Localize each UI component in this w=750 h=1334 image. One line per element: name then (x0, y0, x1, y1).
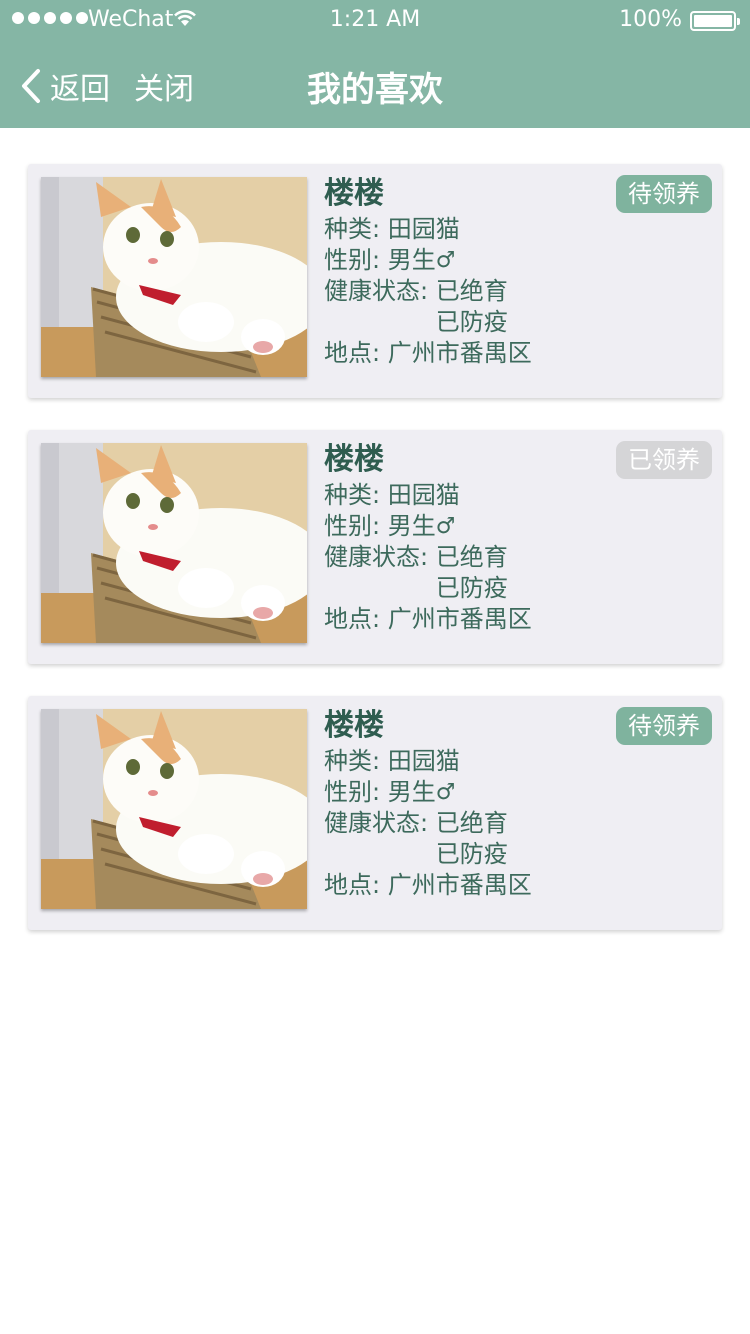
breed-value: 田园猫 (387, 481, 460, 509)
pet-info: 楼楼 种类: 田园猫 性别: 男生 ♂ 健康状态: 已绝育已防疫 地点: 广州市番… (324, 176, 532, 369)
page-title: 我的喜欢 (307, 70, 443, 110)
health-value: 已防疫 (435, 574, 508, 602)
location-label: 地点: (324, 605, 381, 633)
health-value: 已绝育 (435, 809, 508, 837)
pet-name: 楼楼 (324, 176, 384, 211)
sex-value: 男生 (387, 246, 436, 274)
breed-value: 田园猫 (387, 215, 460, 243)
cat-photo (41, 443, 307, 643)
pet-info: 楼楼 种类: 田园猫 性别: 男生 ♂ 健康状态: 已绝育已防疫 地点: 广州市番… (324, 708, 532, 901)
breed-label: 种类: (324, 215, 381, 243)
favorites-list: 楼楼 种类: 田园猫 性别: 男生 ♂ 健康状态: 已绝育 已防疫 地点: 广州市番… (28, 164, 722, 962)
location-label: 地点: (324, 871, 381, 899)
battery-icon (690, 11, 740, 31)
pet-card[interactable]: 楼楼 种类: 田园猫 性别: 男生 ♂ 健康状态: 已绝育已防疫 地点: 广州市番… (28, 696, 722, 930)
location-value: 广州市番禺区 (387, 871, 532, 899)
nav-bar: 返回 关闭 我的喜欢 (0, 40, 750, 128)
health-value: 已防疫 (435, 840, 508, 868)
pet-info: 楼楼 种类: 田园猫 性别: 男生 ♂ 健康状态: 已绝育已防疫 地点: 广州市番… (324, 442, 532, 635)
location-label: 地点: (324, 339, 381, 367)
male-icon: ♂ (435, 248, 456, 273)
status-bar: WeChat 1:21 AM 100% (0, 0, 750, 40)
male-icon: ♂ (435, 514, 456, 539)
breed-label: 种类: (324, 481, 381, 509)
location-value: 广州市番禺区 (387, 339, 532, 367)
sex-label: 性别: (324, 778, 381, 806)
sex-label: 性别: (324, 246, 381, 274)
breed-label: 种类: (324, 747, 381, 775)
pet-card[interactable]: 楼楼 种类: 田园猫 性别: 男生 ♂ 健康状态: 已绝育已防疫 地点: 广州市番… (28, 164, 722, 398)
status-badge: 已领养 (616, 441, 712, 479)
pet-name: 楼楼 (324, 708, 384, 743)
health-label: 健康状态: (324, 809, 429, 837)
status-badge: 待领养 (616, 707, 712, 745)
status-badge: 待领养 (616, 175, 712, 213)
sex-label: 性别: (324, 512, 381, 540)
cat-photo (41, 177, 307, 377)
male-icon: ♂ (435, 780, 456, 805)
pet-card[interactable]: 楼楼 种类: 田园猫 性别: 男生 ♂ 健康状态: 已绝育已防疫 地点: 广州市番… (28, 430, 722, 664)
sex-value: 男生 (387, 778, 436, 806)
health-value: 已绝育 (435, 543, 508, 571)
battery-percent: 100% (619, 7, 682, 32)
health-label: 健康状态: (324, 277, 429, 305)
health-value: 已防疫 (435, 308, 508, 336)
breed-value: 田园猫 (387, 747, 460, 775)
location-value: 广州市番禺区 (387, 605, 532, 633)
health-value: 已绝育 (435, 277, 508, 305)
pet-name: 楼楼 (324, 442, 384, 477)
header: WeChat 1:21 AM 100% 返回 关闭 我的喜欢 (0, 0, 750, 128)
cat-photo (41, 709, 307, 909)
health-label: 健康状态: (324, 543, 429, 571)
sex-value: 男生 (387, 512, 436, 540)
